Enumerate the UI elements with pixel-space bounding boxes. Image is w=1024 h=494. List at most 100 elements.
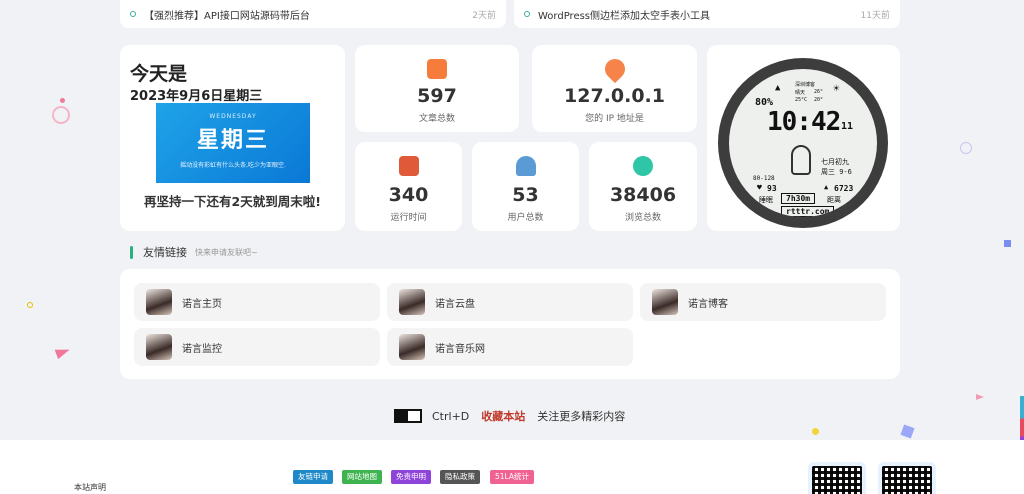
stat-card-posts: 597 文章总数 <box>355 45 519 132</box>
hourglass-icon <box>398 156 419 176</box>
decor-dot <box>60 98 65 103</box>
post-item[interactable]: WordPress侧边栏添加太空手表小工具 11天前 <box>514 0 900 28</box>
today-card: 今天是 2023年9月6日星期三 WEDNESDAY 星期三 摇动没有彩虹有什么… <box>120 45 345 231</box>
decor-plane-icon <box>54 344 72 360</box>
post-title[interactable]: WordPress侧边栏添加太空手表小工具 <box>538 7 861 22</box>
sleep-duration: 7h30m <box>781 193 816 204</box>
avatar <box>146 334 172 360</box>
watch-seconds: 11 <box>841 121 854 132</box>
post-time: 11天前 <box>860 10 890 21</box>
bookmark-link[interactable]: 收藏本站 <box>481 408 525 424</box>
stat-card-views: 38406 浏览总数 <box>589 142 697 231</box>
watch-time: 10:42 <box>767 107 841 137</box>
stat-label: 文章总数 <box>418 114 455 124</box>
decor-square <box>1004 240 1011 247</box>
lunar-date: 七月初九 <box>821 158 849 166</box>
weather-line2: 晴天 <box>795 90 806 96</box>
banner-sub: 摇动没有彩虹有什么头条,吃少为亚眼空. <box>180 162 286 169</box>
site-statement[interactable]: 本站声明 <box>74 482 106 493</box>
watch-site: rtttr.com <box>781 206 835 217</box>
qr-code <box>878 462 936 494</box>
avatar <box>146 289 172 315</box>
footer-tag-link[interactable]: 友链申请 <box>293 470 333 484</box>
bullet-icon <box>524 11 530 17</box>
bookmark-hint: Ctrl+D 收藏本站 关注更多精彩内容 <box>394 408 625 424</box>
weekend-countdown: 再坚持一下还有2天就到周末啦! <box>144 194 321 209</box>
stat-label: 您的 IP 地址是 <box>585 114 644 124</box>
space-watch-widget: ▲ 深圳博客 晴天 26° 25°C 20° ☀ 80% 10:42 11 七月… <box>718 58 888 228</box>
stat-value: 127.0.0.1 <box>564 85 665 107</box>
heart-icon: ♥ <box>757 183 762 192</box>
shortcut-keys: Ctrl+D <box>432 409 470 423</box>
avatar <box>399 334 425 360</box>
bullet-icon <box>130 11 136 17</box>
friend-name[interactable]: 诺言监控 <box>182 340 222 355</box>
avatar <box>652 289 678 315</box>
friends-heading: 友情链接 快来申请友联吧~ <box>130 244 258 260</box>
keyboard-icon <box>394 409 422 423</box>
stat-value: 38406 <box>609 184 677 206</box>
stat-card-ip: 127.0.0.1 您的 IP 地址是 <box>532 45 697 132</box>
stat-label: 用户总数 <box>507 213 544 223</box>
astronaut-icon <box>791 145 811 175</box>
friend-link[interactable]: 诺言监控 <box>134 328 380 366</box>
heart-rate: 93 <box>767 184 777 193</box>
weekday-banner: WEDNESDAY 星期三 摇动没有彩虹有什么头条,吃少为亚眼空. <box>156 103 310 183</box>
temp-high: 20° <box>814 97 824 103</box>
heading-bar <box>130 245 133 259</box>
weekday-date: 周三 9-6 <box>821 168 852 176</box>
footer: 本站声明 友链申请 网站地图 免责申明 隐私政策 51LA统计 <box>0 440 1024 494</box>
friend-name[interactable]: 诺言音乐网 <box>435 340 485 355</box>
blood-pressure: 80-128 <box>753 175 775 182</box>
friend-name[interactable]: 诺言云盘 <box>435 295 475 310</box>
avatar <box>399 289 425 315</box>
stat-label: 浏览总数 <box>624 213 661 223</box>
eye-icon <box>633 156 653 176</box>
stat-value: 597 <box>417 85 457 107</box>
qr-code <box>808 462 866 494</box>
distance-label: 距离 <box>827 196 841 204</box>
temp-low: 25°C <box>795 97 808 103</box>
friend-name[interactable]: 诺言博客 <box>688 295 728 310</box>
footer-tag-sitemap[interactable]: 网站地图 <box>342 470 382 484</box>
friend-link[interactable]: 诺言云盘 <box>387 283 633 321</box>
friend-link[interactable]: 诺言博客 <box>640 283 886 321</box>
stat-card-users: 53 用户总数 <box>472 142 579 231</box>
post-item[interactable]: 【强烈推荐】API接口网站源码带后台 2天前 <box>120 0 506 28</box>
follow-text: 关注更多精彩内容 <box>537 410 626 423</box>
post-title[interactable]: 【强烈推荐】API接口网站源码带后台 <box>144 7 472 22</box>
user-icon <box>515 156 536 176</box>
footer-tag-disclaimer[interactable]: 免责申明 <box>391 470 431 484</box>
watch-face: ▲ 深圳博客 晴天 26° 25°C 20° ☀ 80% 10:42 11 七月… <box>729 69 877 217</box>
location-pin-icon <box>600 54 629 84</box>
friend-link[interactable]: 诺言音乐网 <box>387 328 633 366</box>
friends-title: 友情链接 <box>143 246 187 259</box>
banner-en: WEDNESDAY <box>209 113 257 120</box>
friend-name[interactable]: 诺言主页 <box>182 295 222 310</box>
decor-dot <box>812 428 819 435</box>
friends-hint: 快来申请友联吧~ <box>195 247 258 257</box>
today-date: 2023年9月6日星期三 <box>130 89 263 104</box>
steps-count: 6723 <box>834 184 854 193</box>
decor-dot <box>27 302 33 308</box>
stat-value: 53 <box>512 184 539 206</box>
today-heading: 今天是 <box>130 63 188 85</box>
weather-line1: 深圳博客 <box>795 82 816 88</box>
banner-cn: 星期三 <box>196 128 269 153</box>
sleep-label: 睡眠 <box>759 196 773 204</box>
friend-link[interactable]: 诺言主页 <box>134 283 380 321</box>
decor-circle <box>52 106 70 124</box>
decor-circle <box>960 142 972 154</box>
footer-tag-privacy[interactable]: 隐私政策 <box>440 470 480 484</box>
footer-tag-stats[interactable]: 51LA统计 <box>490 470 535 484</box>
decor-plane-icon <box>976 394 984 400</box>
stat-card-uptime: 340 运行时间 <box>355 142 462 231</box>
stat-value: 340 <box>388 184 429 206</box>
temp-top: 26° <box>814 89 824 95</box>
decor-square <box>900 424 915 439</box>
steps-icon: ▲ <box>824 183 829 191</box>
stat-label: 运行时间 <box>390 213 427 223</box>
sun-icon: ☀ <box>833 82 840 95</box>
document-icon <box>427 59 447 79</box>
post-time: 2天前 <box>472 10 496 21</box>
